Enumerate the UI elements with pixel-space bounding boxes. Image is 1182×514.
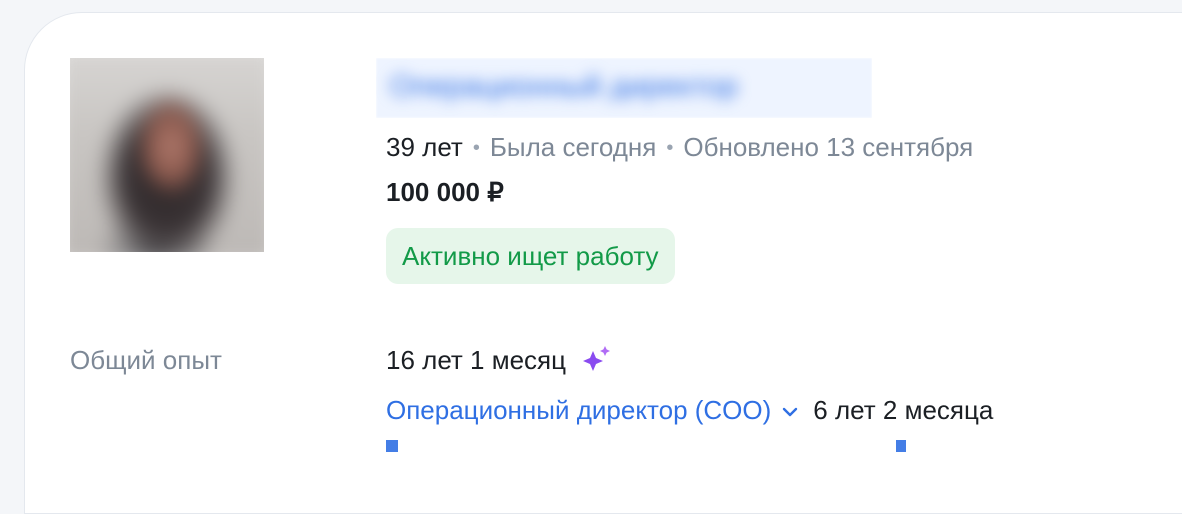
- separator-dot: •: [666, 137, 674, 159]
- experience-total-text: 16 лет 1 месяц: [386, 345, 567, 375]
- job-entry: Операционный директор (COO) 6 лет 2 меся…: [386, 394, 993, 426]
- avatar[interactable]: [70, 58, 264, 252]
- resume-title: Операционный директор: [390, 70, 738, 103]
- job-title-link[interactable]: Операционный директор (COO): [386, 395, 771, 425]
- experience-label: Общий опыт: [70, 345, 222, 375]
- age-text: 39 лет: [386, 132, 463, 162]
- next-job-link-cropped: [386, 440, 906, 452]
- profile-meta: 39 лет • Была сегодня • Обновлено 13 сентябр…: [386, 132, 973, 163]
- job-search-status-badge: Активно ищет работу: [386, 228, 675, 284]
- experience-total: 16 лет 1 месяц: [386, 345, 613, 380]
- sparkle-icon: [579, 345, 613, 380]
- separator-dot: •: [472, 137, 480, 159]
- resume-title-link[interactable]: Операционный директор: [376, 58, 872, 118]
- chevron-down-icon[interactable]: [781, 394, 799, 425]
- job-duration: 6 лет 2 месяца: [813, 395, 994, 425]
- last-seen-text: Была сегодня: [489, 132, 657, 162]
- salary-text: 100 000 ₽: [386, 177, 504, 207]
- updated-date-text: Обновлено 13 сентября: [683, 132, 974, 162]
